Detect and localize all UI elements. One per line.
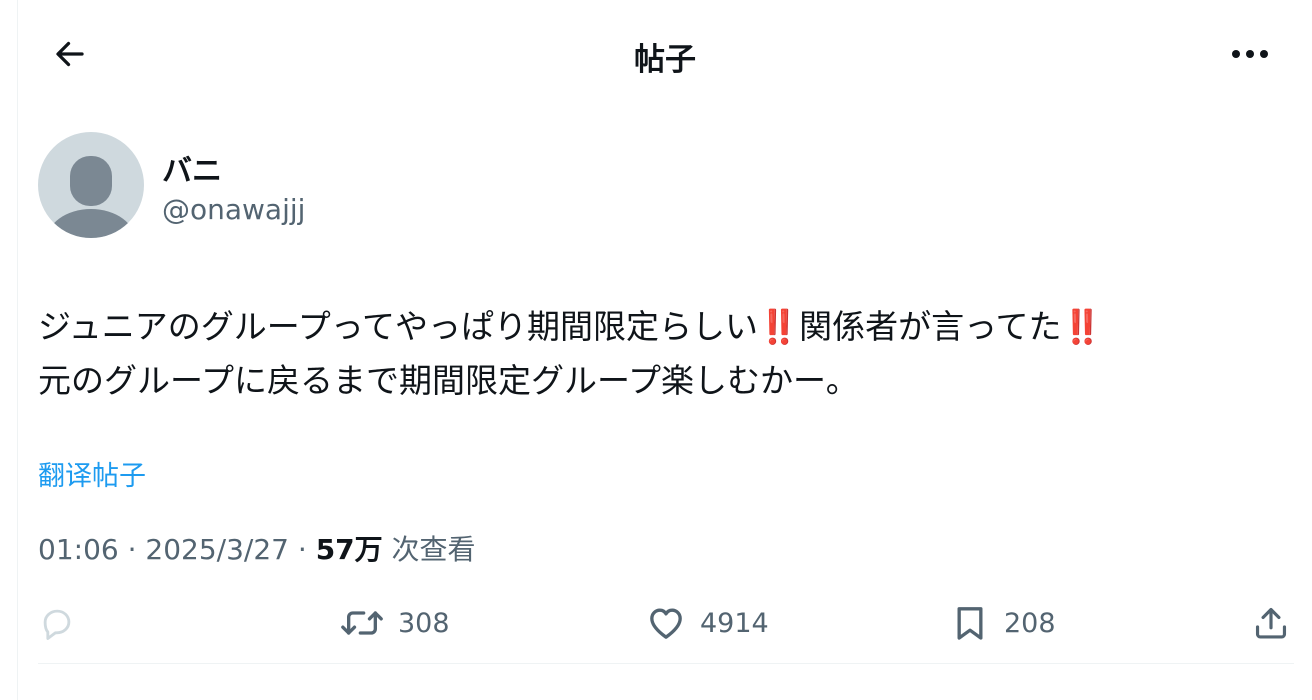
tweet-date[interactable]: 2025/3/27 (145, 533, 289, 566)
author-handle[interactable]: @onawajjj (162, 193, 305, 226)
double-exclamation-emoji: ‼️ (1061, 307, 1103, 346)
timeline-border (17, 0, 18, 700)
bookmark-button[interactable]: 208 (950, 600, 1056, 646)
retweet-icon (341, 611, 383, 635)
like-count: 4914 (700, 607, 769, 639)
author-display-name[interactable]: バニ (162, 146, 222, 190)
share-button[interactable] (1252, 600, 1290, 646)
bookmark-count: 208 (1004, 607, 1056, 639)
meta-separator: · (288, 533, 316, 566)
tweet-text-part: 元のグループに戻るまで期間限定グループ楽しむかー。 (38, 361, 859, 400)
actions-divider (38, 663, 1294, 664)
view-label: 次查看 (382, 533, 476, 566)
default-avatar-icon (46, 156, 136, 238)
reply-button[interactable] (38, 600, 90, 646)
more-horizontal-icon (1232, 50, 1268, 58)
page-title: 帖子 (634, 42, 696, 78)
tweet-time[interactable]: 01:06 (38, 533, 119, 566)
tweet-metadata: 01:06 · 2025/3/27 · 57万 次查看 (38, 528, 476, 568)
retweet-button[interactable]: 308 (340, 600, 450, 646)
heart-icon (650, 608, 682, 639)
author-avatar[interactable] (38, 132, 144, 238)
reply-icon (43, 609, 71, 640)
view-count: 57万 (315, 533, 383, 566)
tweet-text: ジュニアのグループってやっぱり期間限定らしい‼️関係者が言ってた‼️ 元のグルー… (38, 300, 1288, 408)
bookmark-icon (957, 607, 983, 640)
retweet-count: 308 (398, 607, 450, 639)
share-icon (1255, 607, 1287, 639)
more-options-button[interactable] (1225, 32, 1275, 76)
meta-separator: · (118, 533, 146, 566)
tweet-text-part: 関係者が言ってた (799, 307, 1062, 346)
page-header: 帖子 (18, 0, 1312, 105)
translate-post-link[interactable]: 翻译帖子 (38, 454, 146, 493)
double-exclamation-emoji: ‼️ (758, 307, 800, 346)
tweet-text-part: ジュニアのグループってやっぱり期間限定らしい (38, 307, 759, 346)
like-button[interactable]: 4914 (646, 600, 769, 646)
